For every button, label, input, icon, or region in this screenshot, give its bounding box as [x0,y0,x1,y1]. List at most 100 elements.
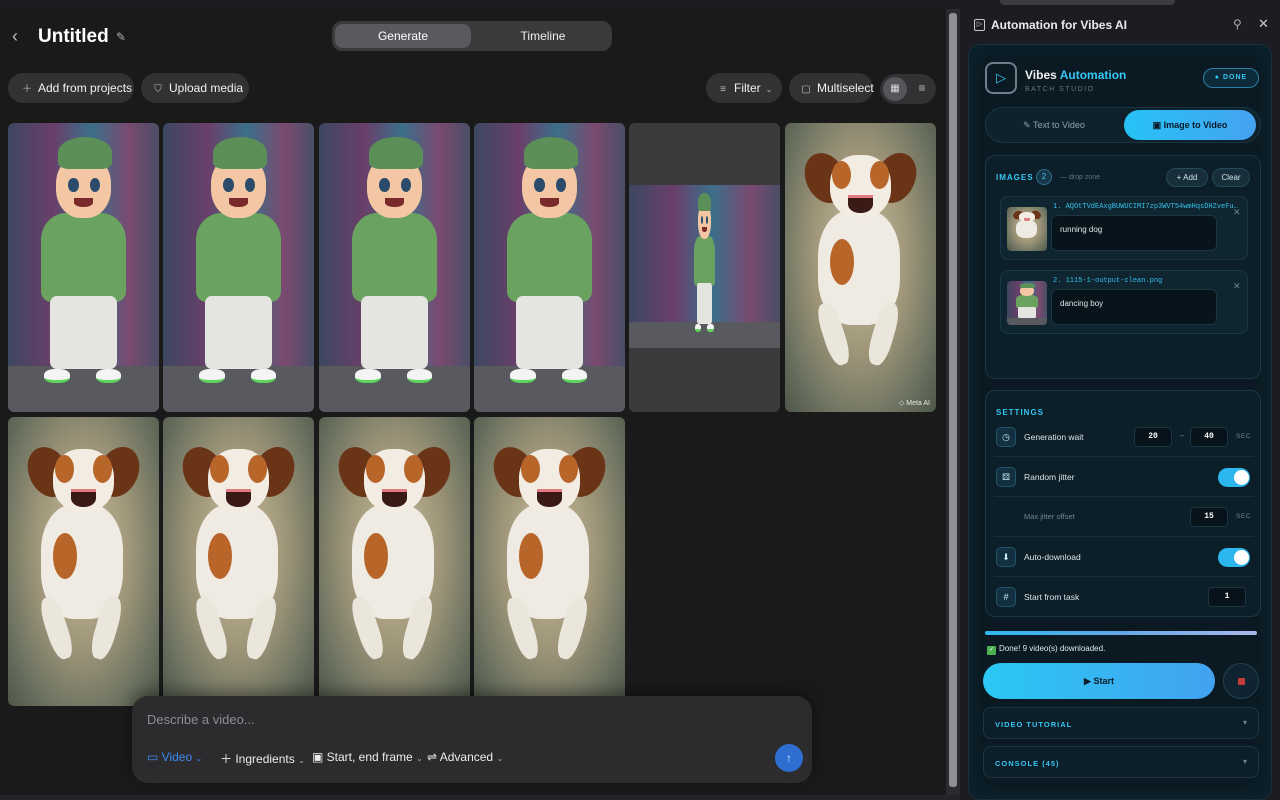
play-logo-icon: ▷ [985,62,1017,94]
list-view-icon[interactable]: ≡ [910,77,934,101]
start-task-input[interactable]: 1 [1208,587,1246,607]
dice-icon: ⚄ [996,467,1016,487]
video-tutorial-label: VIDEO TUTORIAL [995,720,1073,729]
image-item: 2. 1115-1-output-clean.png dancing boy ✕ [1000,270,1248,334]
multiselect-button[interactable]: ▢ Multiselect [789,73,874,103]
pin-icon[interactable]: ⚲ [1233,17,1242,31]
upload-media-label: Upload media [169,81,244,95]
remove-icon[interactable]: ✕ [1233,207,1241,218]
auto-download-toggle[interactable] [1218,548,1250,567]
stop-button[interactable] [1223,663,1259,699]
mode-switch: Generate Timeline [332,21,612,51]
send-button[interactable]: ↑ [775,744,803,772]
image-prompt-input[interactable]: running dog [1051,215,1217,251]
progress-fill [985,631,1257,635]
close-icon[interactable]: ✕ [1258,16,1269,32]
brand-subtitle: BATCH STUDIO [1025,86,1095,93]
add-from-projects-button[interactable]: ＋ Add from projects [8,73,134,103]
gallery-item[interactable] [8,123,159,412]
auto-download-label: Auto-download [1024,552,1081,562]
gallery-item[interactable] [319,417,470,706]
max-jitter-input[interactable]: 15 [1190,507,1228,527]
jitter-unit: SEC [1236,513,1251,520]
gallery-item[interactable] [319,123,470,412]
gallery-item[interactable] [474,417,625,706]
start-task-label: Start from task [1024,592,1080,602]
status-text: ✓ Done! 9 video(s) downloaded. [987,644,1106,655]
image-to-video-tab[interactable]: ▣ Image to Video [1124,110,1256,140]
sliders-icon: ⇌ [427,750,440,764]
image-filename: 2. 1115-1-output-clean.png [1053,277,1163,285]
filter-icon: ≡ [720,84,726,95]
add-from-projects-label: Add from projects [38,81,133,95]
ingredients-dropdown[interactable]: ＋ Ingredients ⌄ [220,750,305,767]
tab-generate[interactable]: Generate [335,24,471,48]
console-collapsible[interactable]: CONSOLE (45) ▾ [983,746,1259,778]
max-jitter-row: Max jitter offset 15 SEC [994,499,1254,537]
random-jitter-label: Random jitter [1024,472,1075,482]
drop-zone-hint: — drop zone [1060,174,1101,181]
main-scrollbar[interactable] [946,9,960,795]
status-badge: ● DONE [1203,68,1259,88]
video-type-dropdown[interactable]: ▭ Video ⌄ [147,750,202,764]
remove-icon[interactable]: ✕ [1233,281,1241,292]
gallery-item[interactable]: ◇ Meta AI [785,123,936,412]
start-button[interactable]: ▶ Start [983,663,1215,699]
chevron-down-icon: ▾ [1242,718,1247,727]
chevron-down-icon: ⌄ [298,756,305,765]
generation-wait-label: Generation wait [1024,432,1084,442]
grid-view-icon[interactable]: ▦ [883,77,907,101]
wait-max-input[interactable]: 40 [1190,427,1228,447]
image-prompt-input[interactable]: dancing boy [1051,289,1217,325]
auto-download-row: ⬇ Auto-download [994,539,1254,577]
chevron-down-icon: ⌄ [496,754,504,763]
upload-icon: ⛉ [154,84,162,95]
add-image-button[interactable]: + Add [1166,168,1208,187]
panel-title: Automation for Vibes AI [991,18,1128,32]
filter-button[interactable]: ≡ Filter ⌄ [706,73,782,103]
gallery-item[interactable] [8,417,159,706]
scrollbar-thumb[interactable] [949,13,957,787]
progress-bar [985,631,1257,635]
video-tutorial-collapsible[interactable]: VIDEO TUTORIAL ▾ [983,707,1259,739]
hash-icon: # [996,587,1016,607]
chevron-down-icon: ⌄ [416,754,423,763]
extension-panel: ▷ Automation for Vibes AI ⚲ ✕ ▷ Vibes Au… [960,9,1280,800]
gallery-item[interactable] [163,417,314,706]
back-arrow-icon[interactable]: ‹ [12,27,28,45]
settings-section: SETTINGS ◷ Generation wait 20 – 40 SEC ⚄… [985,390,1261,617]
chevron-down-icon: ⌄ [195,754,203,763]
settings-title: SETTINGS [996,408,1045,417]
gallery-item[interactable] [474,123,625,412]
chevron-down-icon: ⌄ [765,85,773,94]
main-area: ‹ Untitled ✎ Generate Timeline ＋ Add from… [0,9,946,795]
gallery-item[interactable] [629,123,780,412]
wait-min-input[interactable]: 20 [1134,427,1172,447]
page-title[interactable]: Untitled [38,26,109,48]
pen-icon: ✎ [1023,120,1033,130]
advanced-dropdown[interactable]: ⇌ Advanced ⌄ [427,750,503,764]
range-dash: – [1180,431,1185,440]
images-section: IMAGES 2 — drop zone + Add Clear 1. AQOt… [985,155,1261,379]
checkbox-icon: ▢ [801,84,811,95]
download-icon: ⬇ [996,547,1016,567]
brand-name: Vibes Automation [1025,68,1127,82]
image-thumbnail [1007,207,1047,251]
edit-pencil-icon[interactable]: ✎ [116,30,126,44]
tab-timeline[interactable]: Timeline [476,24,610,48]
prompt-input[interactable]: Describe a video... [147,712,255,727]
arrow-up-icon: ↑ [786,751,792,765]
clear-images-button[interactable]: Clear [1212,168,1250,187]
automation-card: ▷ Vibes Automation BATCH STUDIO ● DONE ✎… [968,44,1272,800]
start-end-frame-dropdown[interactable]: ▣ Start, end frame ⌄ [312,750,423,764]
image-icon: ▣ [312,750,327,764]
text-to-video-tab[interactable]: ✎ Text to Video [986,108,1122,142]
wait-unit: SEC [1236,433,1251,440]
upload-media-button[interactable]: ⛉ Upload media [141,73,249,103]
browser-tab[interactable] [1000,0,1175,5]
window-top-strip [0,0,1280,9]
image-item: 1. AQOtTVdEAxgBUWUCIMI7zp3WVT54wmHqsDHZv… [1000,196,1248,260]
gallery-item[interactable] [163,123,314,412]
random-jitter-toggle[interactable] [1218,468,1250,487]
watermark: ◇ Meta AI [898,400,930,407]
